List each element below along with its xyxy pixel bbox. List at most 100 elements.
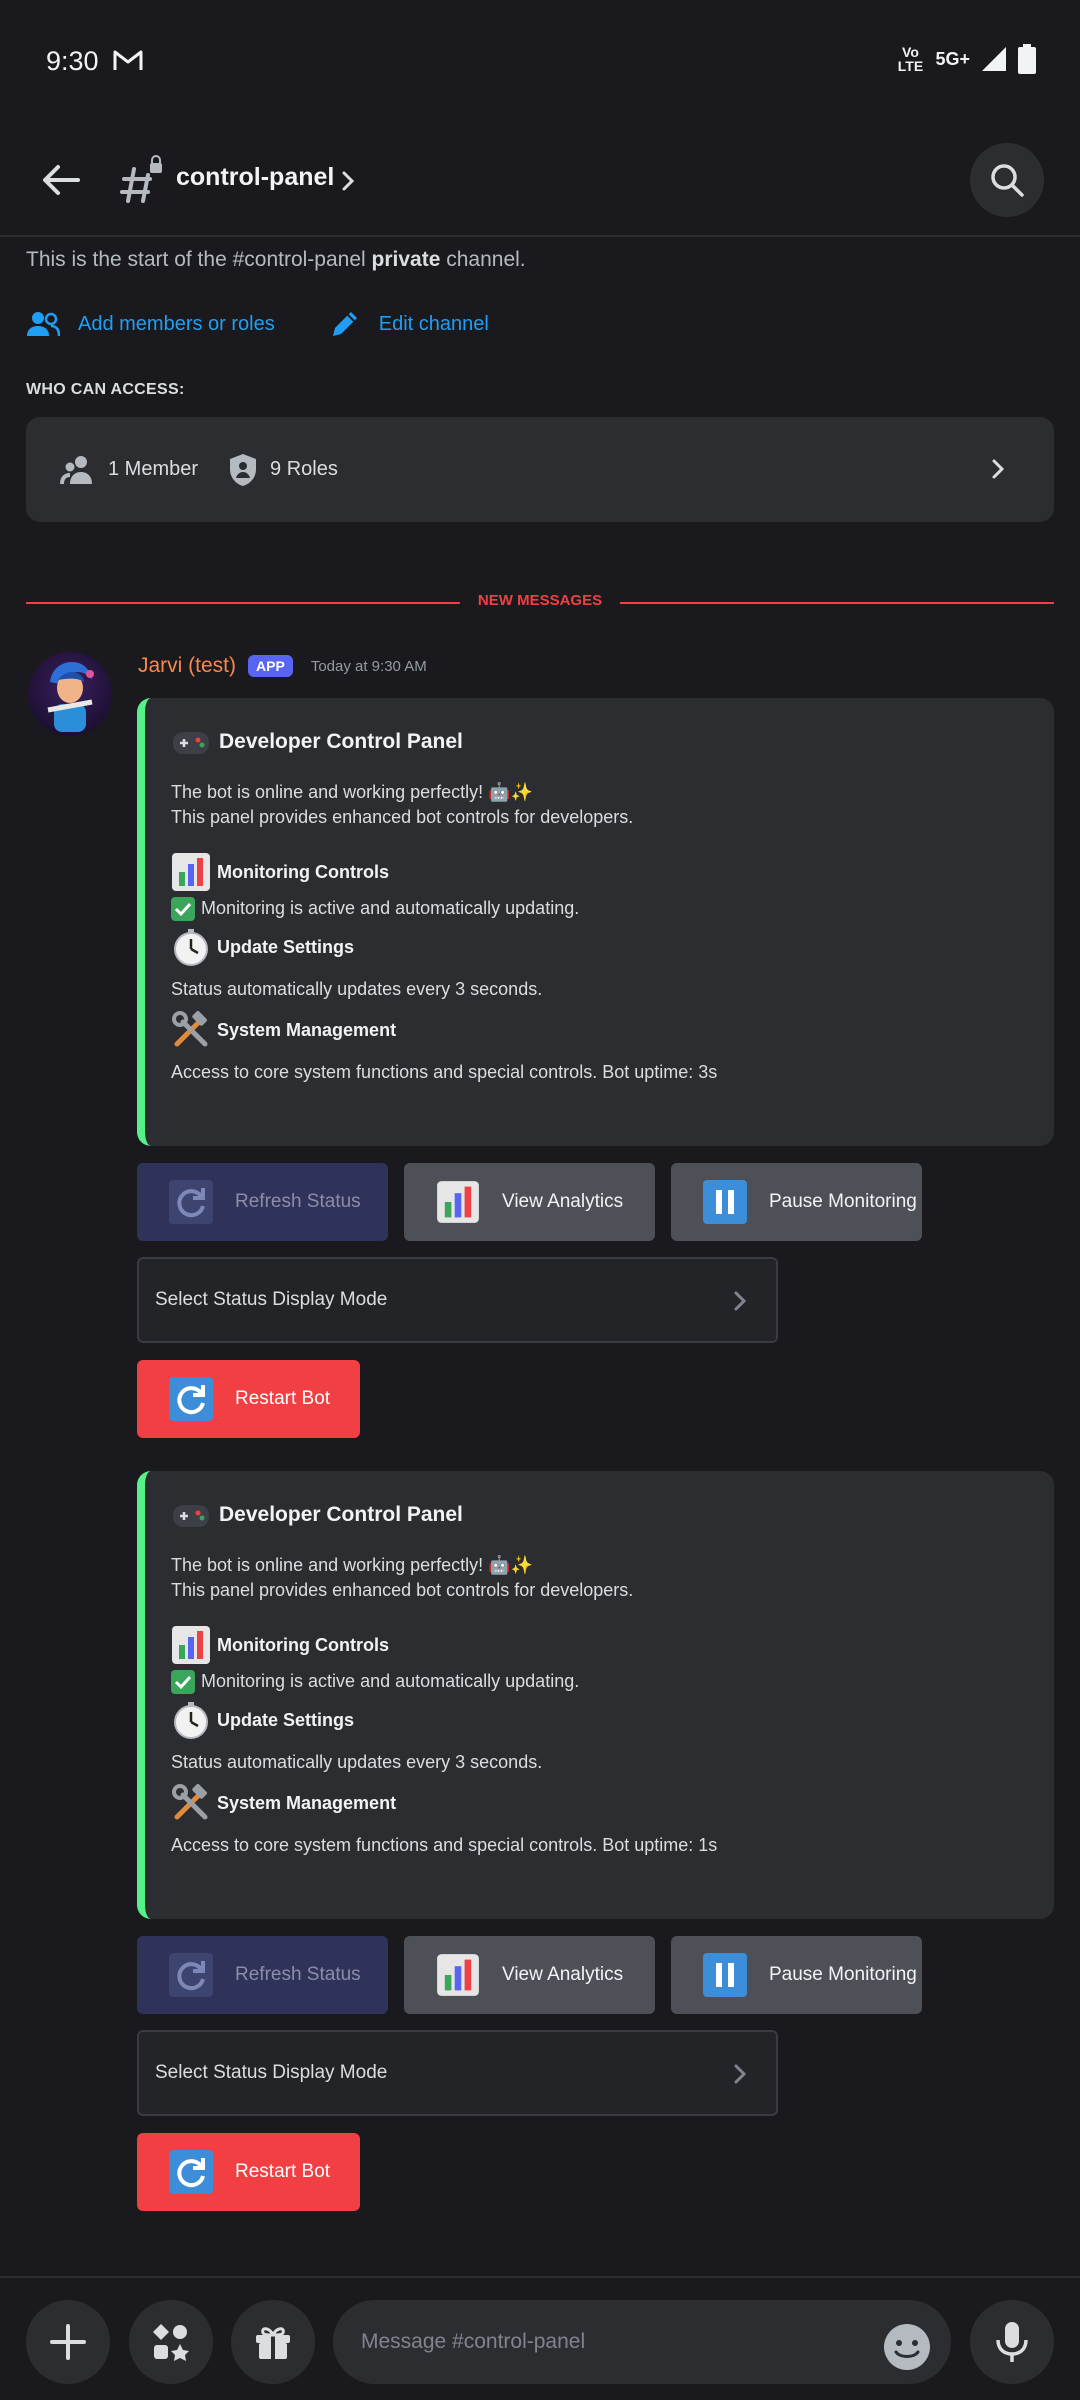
gift-button[interactable] bbox=[231, 2300, 315, 2384]
access-card[interactable]: 1 Member 9 Roles bbox=[26, 417, 1054, 522]
monitoring-status: Monitoring is active and automatically u… bbox=[171, 1669, 1054, 1694]
gift-icon bbox=[256, 2327, 290, 2359]
pause-monitoring-button[interactable]: Pause Monitoring bbox=[671, 1936, 922, 2014]
gamepad-icon bbox=[173, 1505, 209, 1527]
chevron-right-icon bbox=[734, 2064, 747, 2084]
channel-actions: Add members or roles Edit channel bbox=[26, 308, 489, 340]
edit-channel-button[interactable]: Edit channel bbox=[329, 308, 489, 340]
refresh-status-label: Refresh Status bbox=[235, 1964, 361, 1985]
status-display-mode-select[interactable]: Select Status Display Mode bbox=[137, 2030, 778, 2116]
status-display-mode-select[interactable]: Select Status Display Mode bbox=[137, 1257, 778, 1343]
bar-chart-icon bbox=[437, 1181, 479, 1223]
stopwatch-icon bbox=[174, 1702, 208, 1739]
author-name[interactable]: Jarvi (test) bbox=[138, 654, 236, 678]
select-placeholder: Select Status Display Mode bbox=[155, 2062, 388, 2083]
members-icon bbox=[60, 455, 92, 484]
intro-text-end: channel. bbox=[440, 248, 526, 271]
embed-title: Developer Control Panel bbox=[171, 1495, 1054, 1535]
view-analytics-button[interactable]: View Analytics bbox=[404, 1163, 655, 1241]
roles-label: 9 Roles bbox=[270, 458, 338, 480]
chevron-right-icon bbox=[992, 459, 1005, 479]
avatar[interactable] bbox=[28, 652, 112, 736]
restart-bot-button[interactable]: Restart Bot bbox=[137, 2133, 360, 2211]
chevron-right-icon bbox=[734, 1291, 747, 1311]
microphone-icon bbox=[996, 2322, 1028, 2362]
hammer-wrench-icon bbox=[172, 1011, 208, 1047]
gamepad-icon bbox=[173, 732, 209, 754]
bar-chart-icon bbox=[172, 853, 210, 891]
pause-monitoring-button[interactable]: Pause Monitoring bbox=[671, 1163, 922, 1241]
action-row: Refresh Status View Analytics Pause Moni… bbox=[137, 1163, 922, 1241]
status-bar: 9:30 Vo LTE 5G+ bbox=[0, 0, 1080, 125]
check-mark-icon bbox=[171, 1669, 195, 1694]
embed-line-1: The bot is online and working perfectly!… bbox=[171, 782, 533, 802]
embed-card: Developer Control Panel The bot is onlin… bbox=[137, 1471, 1054, 1919]
shield-user-icon bbox=[230, 453, 257, 486]
embed-title-text: Developer Control Panel bbox=[219, 730, 463, 753]
refresh-icon bbox=[169, 1180, 213, 1224]
message-composer bbox=[0, 2276, 1080, 2400]
private-channel-hash-icon bbox=[120, 155, 162, 203]
message-header: Jarvi (test) APP Today at 9:30 AM bbox=[138, 654, 427, 678]
update-settings-title: Update Settings bbox=[217, 1709, 355, 1730]
apps-button[interactable] bbox=[129, 2300, 213, 2384]
refresh-status-label: Refresh Status bbox=[235, 1191, 361, 1212]
app-badge: APP bbox=[248, 655, 293, 677]
channel-header: control-panel bbox=[0, 125, 1080, 237]
who-can-access-heading: WHO CAN ACCESS: bbox=[26, 381, 185, 398]
roles-count: 9 Roles bbox=[228, 453, 338, 487]
embed-line-1: The bot is online and working perfectly!… bbox=[171, 1555, 533, 1575]
embed-title: Developer Control Panel bbox=[171, 722, 1054, 762]
monitoring-status-text: Monitoring is active and automatically u… bbox=[201, 1671, 580, 1691]
bar-chart-icon bbox=[437, 1954, 479, 1996]
message-input[interactable] bbox=[333, 2300, 951, 2384]
hammer-wrench-icon bbox=[172, 1784, 208, 1820]
view-analytics-button[interactable]: View Analytics bbox=[404, 1936, 655, 2014]
monitoring-controls-title: Monitoring Controls bbox=[217, 1634, 389, 1655]
members-count: 1 Member bbox=[60, 454, 198, 486]
embed-title-text: Developer Control Panel bbox=[219, 1503, 463, 1526]
restart-bot-button[interactable]: Restart Bot bbox=[137, 1360, 360, 1438]
members-label: 1 Member bbox=[108, 458, 199, 480]
pause-icon bbox=[703, 1953, 747, 1997]
pause-monitoring-label: Pause Monitoring bbox=[769, 1964, 917, 1985]
back-arrow-icon[interactable] bbox=[36, 155, 86, 205]
voice-message-button[interactable] bbox=[970, 2300, 1054, 2384]
system-management-heading: System Management bbox=[171, 1010, 1054, 1050]
pencil-icon bbox=[332, 312, 357, 336]
refresh-status-button[interactable]: Refresh Status bbox=[137, 1163, 388, 1241]
refresh-icon bbox=[169, 1377, 213, 1421]
intro-text-private: private bbox=[371, 248, 441, 271]
avatar-image bbox=[47, 662, 94, 732]
plus-icon bbox=[50, 2324, 86, 2360]
channel-title[interactable]: control-panel bbox=[176, 163, 334, 192]
add-members-label: Add members or roles bbox=[78, 312, 275, 335]
add-members-button[interactable]: Add members or roles bbox=[26, 310, 275, 338]
refresh-status-button[interactable]: Refresh Status bbox=[137, 1936, 388, 2014]
restart-bot-label: Restart Bot bbox=[235, 2161, 331, 2182]
add-members-icon bbox=[27, 312, 60, 337]
pause-monitoring-label: Pause Monitoring bbox=[769, 1191, 917, 1212]
volte-indicator: Vo LTE bbox=[897, 44, 924, 74]
add-attachment-button[interactable] bbox=[26, 2300, 110, 2384]
monitoring-status: Monitoring is active and automatically u… bbox=[171, 896, 1054, 921]
select-placeholder: Select Status Display Mode bbox=[155, 1289, 388, 1310]
network-type: 5G+ bbox=[935, 49, 970, 69]
gmail-icon bbox=[113, 50, 143, 70]
embed-line-2: This panel provides enhanced bot control… bbox=[171, 807, 634, 827]
edit-channel-label: Edit channel bbox=[378, 312, 489, 335]
check-mark-icon bbox=[171, 896, 195, 921]
stopwatch-icon bbox=[174, 929, 208, 966]
channel-intro-text: This is the start of the #control-panel … bbox=[26, 248, 526, 272]
bar-chart-icon bbox=[172, 1626, 210, 1664]
apps-icon bbox=[153, 2324, 189, 2361]
chevron-right-icon[interactable] bbox=[338, 167, 358, 195]
embed-line-2: This panel provides enhanced bot control… bbox=[171, 1580, 634, 1600]
emoji-picker-icon[interactable] bbox=[882, 2322, 932, 2372]
system-icons: Vo LTE 5G+ bbox=[895, 44, 1036, 74]
system-management-title: System Management bbox=[217, 1792, 397, 1813]
monitoring-controls-title: Monitoring Controls bbox=[217, 861, 389, 882]
search-button[interactable] bbox=[970, 143, 1044, 217]
intro-text-start: This is the start of the #control-panel bbox=[26, 248, 372, 271]
update-settings-text: Status automatically updates every 3 sec… bbox=[171, 979, 543, 999]
